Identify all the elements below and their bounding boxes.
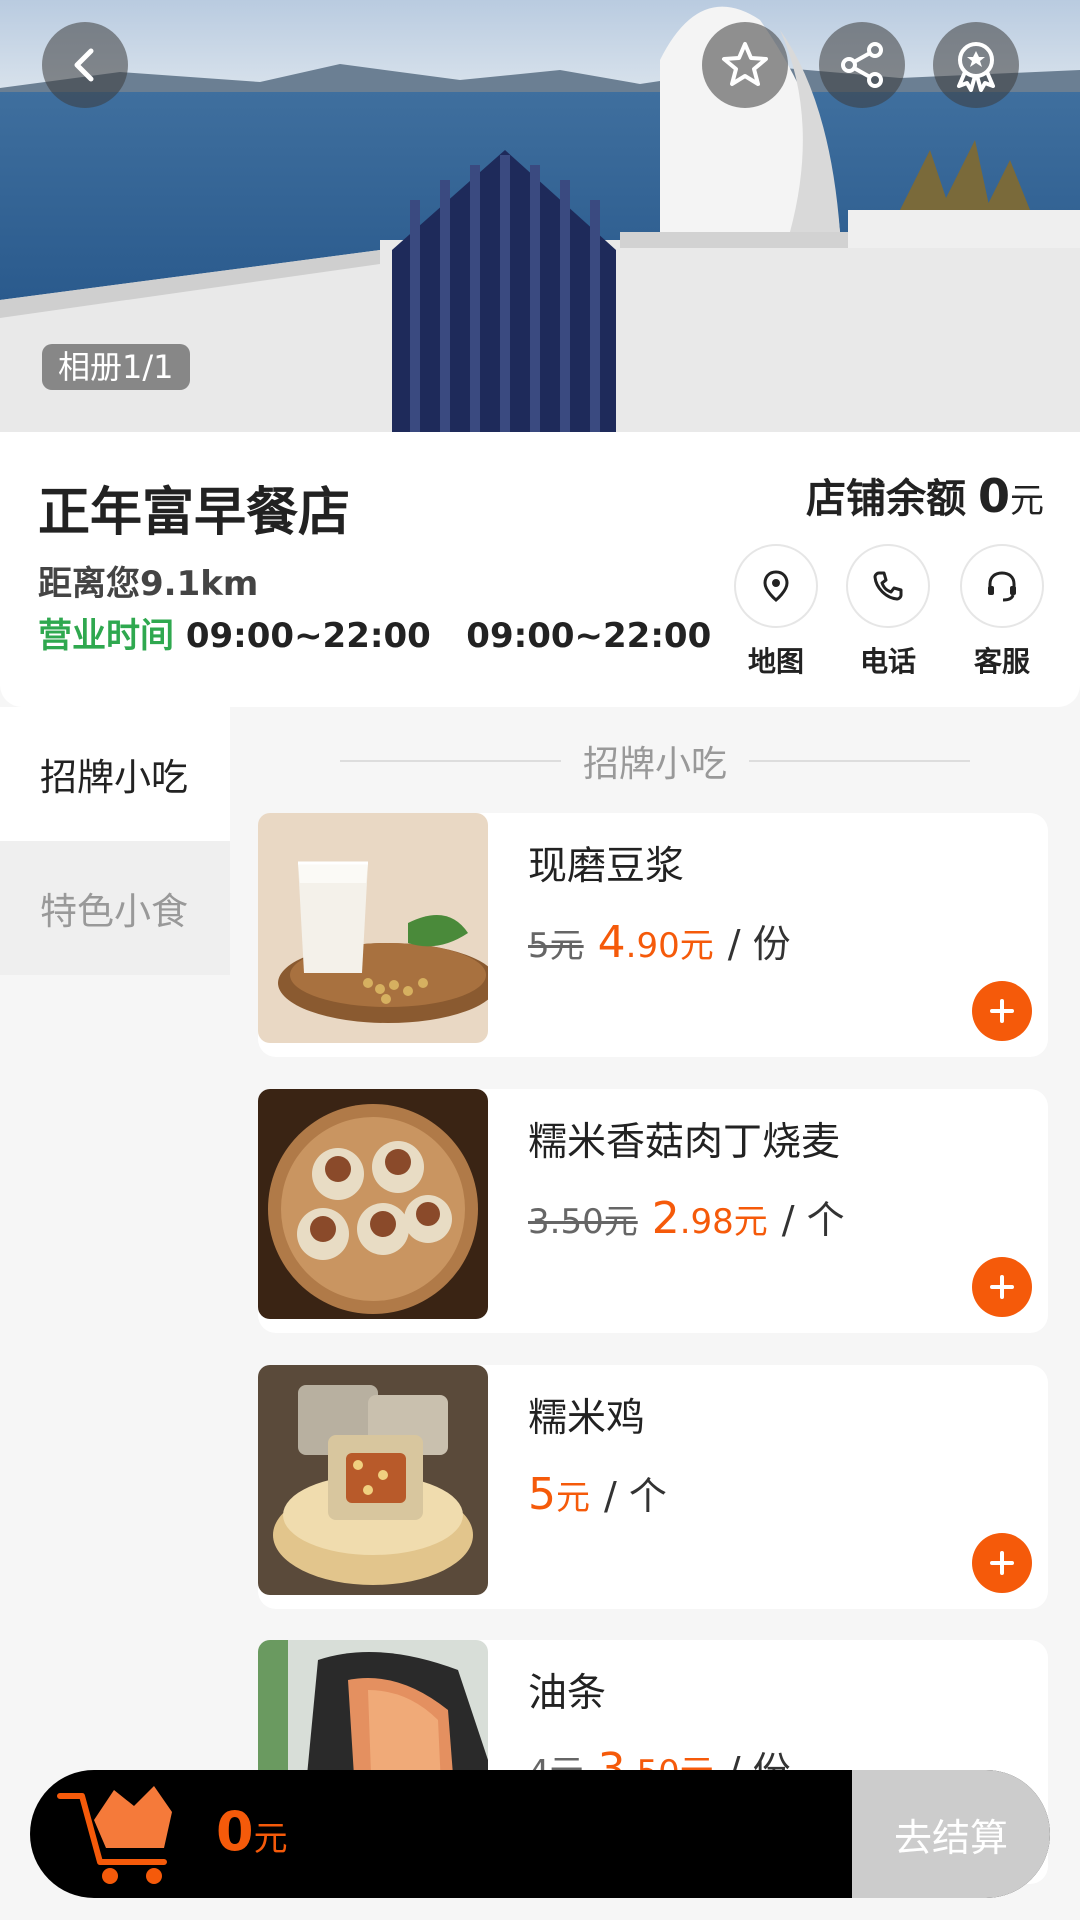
plus-icon bbox=[990, 999, 1014, 1023]
food-image-sticky-rice-chicken bbox=[258, 1365, 488, 1595]
item-name: 糯米鸡 bbox=[528, 1396, 646, 1441]
section-title: 招牌小吃 bbox=[583, 744, 728, 785]
business-hours-label: 营业时间 bbox=[38, 616, 174, 656]
store-distance: 距离您9.1km bbox=[38, 564, 259, 604]
business-hours-value: 09:00~22:00 09:00~22:00 bbox=[185, 616, 712, 656]
favorite-button[interactable] bbox=[702, 22, 788, 108]
menu-item-card[interactable]: 现磨豆浆 5元 4.90元 / 份 bbox=[258, 813, 1048, 1057]
map-button[interactable]: 地图 bbox=[734, 544, 818, 680]
phone-button[interactable]: 电话 bbox=[846, 544, 930, 680]
menu-item-card[interactable]: 糯米香菇肉丁烧麦 3.50元 2.98元 / 个 bbox=[258, 1089, 1048, 1333]
price-integer: 5 bbox=[528, 1469, 556, 1520]
category-sidebar: 招牌小吃 特色小食 bbox=[0, 707, 230, 975]
category-item-signature-snacks[interactable]: 招牌小吃 bbox=[0, 707, 230, 841]
section-header: 招牌小吃 bbox=[340, 738, 971, 785]
map-pin-icon bbox=[763, 570, 789, 602]
category-item-special-snacks[interactable]: 特色小食 bbox=[0, 841, 230, 975]
item-name: 现磨豆浆 bbox=[528, 844, 685, 889]
add-to-cart-button[interactable] bbox=[972, 1533, 1032, 1593]
food-image-soy-milk bbox=[258, 813, 488, 1043]
chevron-left-icon bbox=[74, 48, 94, 82]
store-balance-label: 店铺余额 bbox=[805, 476, 966, 522]
item-price: 5元 4.90元 / 份 bbox=[528, 913, 791, 968]
cart-total: 0元 bbox=[216, 1800, 288, 1863]
album-counter: 相册1/1 bbox=[42, 344, 190, 390]
divider bbox=[749, 760, 971, 762]
store-balance: 店铺余额 0元 bbox=[806, 466, 1044, 524]
customer-service-label: 客服 bbox=[973, 645, 1030, 678]
store-balance-unit: 元 bbox=[1010, 481, 1044, 521]
cart-bar: 0元 去结算 bbox=[30, 1770, 1050, 1898]
plus-icon bbox=[990, 1551, 1014, 1575]
share-icon bbox=[841, 42, 883, 88]
price-unit: / 个 bbox=[604, 1474, 667, 1518]
store-photo-banner[interactable]: 相册1/1 bbox=[0, 0, 1080, 432]
store-name: 正年富早餐店 bbox=[38, 483, 351, 543]
price-decimal: .90元 bbox=[625, 926, 714, 966]
shopping-cart-icon[interactable] bbox=[54, 1782, 204, 1896]
cart-total-value: 0 bbox=[216, 1800, 254, 1863]
phone-icon bbox=[873, 571, 903, 601]
award-button[interactable] bbox=[933, 22, 1019, 108]
phone-label: 电话 bbox=[859, 645, 916, 678]
map-label: 地图 bbox=[747, 645, 804, 678]
item-name: 油条 bbox=[528, 1671, 607, 1716]
customer-service-button[interactable]: 客服 bbox=[960, 544, 1044, 680]
plus-icon bbox=[990, 1275, 1014, 1299]
customer-service-button-ring bbox=[960, 544, 1044, 628]
item-name: 糯米香菇肉丁烧麦 bbox=[528, 1120, 841, 1165]
store-info-card: 正年富早餐店 距离您9.1km 营业时间 09:00~22:00 09:00~2… bbox=[0, 432, 1080, 707]
divider bbox=[340, 760, 561, 762]
phone-button-ring bbox=[846, 544, 930, 628]
price-decimal: 元 bbox=[556, 1478, 590, 1518]
map-button-ring bbox=[734, 544, 818, 628]
add-to-cart-button[interactable] bbox=[972, 981, 1032, 1041]
cart-total-unit: 元 bbox=[253, 1819, 288, 1859]
headset-icon bbox=[988, 571, 1016, 602]
price-integer: 2 bbox=[651, 1193, 680, 1244]
food-image-shaomai bbox=[258, 1089, 488, 1319]
star-icon bbox=[722, 42, 768, 86]
price-decimal: .98元 bbox=[679, 1202, 768, 1242]
price-unit: / 个 bbox=[781, 1198, 845, 1242]
price-integer: 4 bbox=[597, 917, 626, 968]
share-button[interactable] bbox=[819, 22, 905, 108]
award-ribbon-icon bbox=[957, 42, 995, 92]
price-unit: / 份 bbox=[727, 922, 791, 966]
original-price: 3.50元 bbox=[528, 1202, 638, 1242]
item-price: 5元 / 个 bbox=[528, 1465, 667, 1520]
item-price: 3.50元 2.98元 / 个 bbox=[528, 1189, 845, 1244]
add-to-cart-button[interactable] bbox=[972, 1257, 1032, 1317]
checkout-button[interactable]: 去结算 bbox=[852, 1770, 1050, 1898]
store-balance-value: 0 bbox=[977, 469, 1010, 523]
original-price: 5元 bbox=[528, 926, 584, 966]
back-button[interactable] bbox=[42, 22, 128, 108]
business-hours: 营业时间 09:00~22:00 09:00~22:00 bbox=[38, 608, 711, 657]
menu-item-card[interactable]: 糯米鸡 5元 / 个 bbox=[258, 1365, 1048, 1609]
